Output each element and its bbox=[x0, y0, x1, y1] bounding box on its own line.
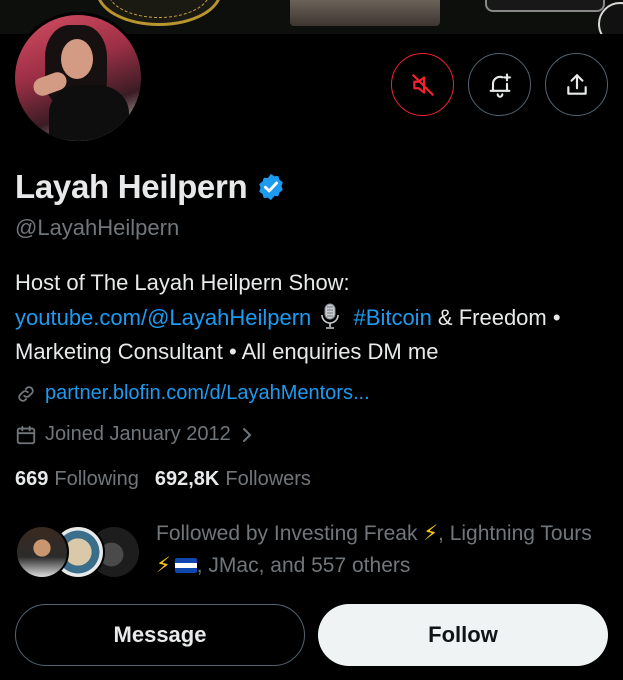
follow-stats: 669 Following 692,8K Followers bbox=[15, 468, 311, 491]
avatar-face bbox=[61, 39, 93, 79]
following-label: Following bbox=[54, 468, 139, 490]
mutual-followers-avatars[interactable] bbox=[15, 525, 145, 581]
followed-by-part3: , JMac, and 557 others bbox=[196, 554, 411, 577]
website-row[interactable]: partner.blofin.com/d/LayahMentors... bbox=[15, 382, 370, 405]
chevron-right-icon bbox=[242, 427, 252, 442]
followed-by-part2: , Lightning Tours bbox=[438, 522, 592, 545]
share-button[interactable] bbox=[545, 53, 608, 116]
followers-label: Followers bbox=[225, 468, 311, 490]
lightning-icon: ⚡ bbox=[156, 554, 171, 577]
calendar-icon bbox=[16, 425, 36, 444]
joined-date: Joined January 2012 bbox=[45, 423, 231, 445]
banner-device bbox=[485, 0, 605, 12]
verified-badge-icon[interactable] bbox=[256, 172, 286, 202]
avatar bbox=[15, 525, 69, 579]
followers-count: 692,8K bbox=[154, 468, 220, 490]
link-icon bbox=[18, 385, 34, 402]
profile-avatar[interactable] bbox=[12, 12, 144, 144]
bio-hashtag-bitcoin[interactable]: #Bitcoin bbox=[354, 305, 432, 330]
followers-stat[interactable]: 692,8K Followers bbox=[155, 468, 311, 491]
muted-notifications-icon bbox=[411, 73, 434, 96]
following-count: 669 bbox=[15, 468, 49, 490]
bio-text: Host of The Layah Heilpern Show: bbox=[15, 270, 350, 295]
bio-youtube-link[interactable]: youtube.com/@LayahHeilpern bbox=[15, 305, 311, 330]
bell-plus-icon bbox=[489, 72, 511, 98]
lightning-icon: ⚡ bbox=[423, 522, 439, 545]
banner-book bbox=[290, 0, 440, 26]
bio-text-freedom: & Freedom • bbox=[431, 304, 561, 330]
website-link[interactable]: partner.blofin.com/d/LayahMentors... bbox=[45, 382, 370, 405]
follow-button[interactable]: Follow bbox=[318, 604, 608, 666]
following-stat[interactable]: 669 Following bbox=[15, 468, 139, 491]
display-name: Layah Heilpern bbox=[15, 168, 248, 205]
bio-text-line3: Marketing Consultant • All enquiries DM … bbox=[15, 339, 439, 364]
joined-row[interactable]: Joined January 2012 bbox=[15, 423, 253, 446]
subscribe-button[interactable] bbox=[468, 53, 531, 116]
followed-by-part1: Followed by Investing Freak bbox=[156, 522, 424, 545]
microphone-icon bbox=[321, 303, 340, 329]
share-icon bbox=[566, 73, 587, 95]
mute-button[interactable] bbox=[391, 53, 454, 116]
avatar-body bbox=[49, 85, 129, 141]
name-row: Layah Heilpern bbox=[15, 168, 286, 206]
el-salvador-flag-icon bbox=[174, 558, 197, 573]
profile-handle: @LayahHeilpern bbox=[15, 215, 180, 240]
message-button[interactable]: Message bbox=[15, 604, 305, 666]
profile-bio: Host of The Layah Heilpern Show: youtube… bbox=[15, 266, 615, 370]
followed-by-text[interactable]: Followed by Investing Freak ⚡, Lightning… bbox=[156, 518, 611, 582]
